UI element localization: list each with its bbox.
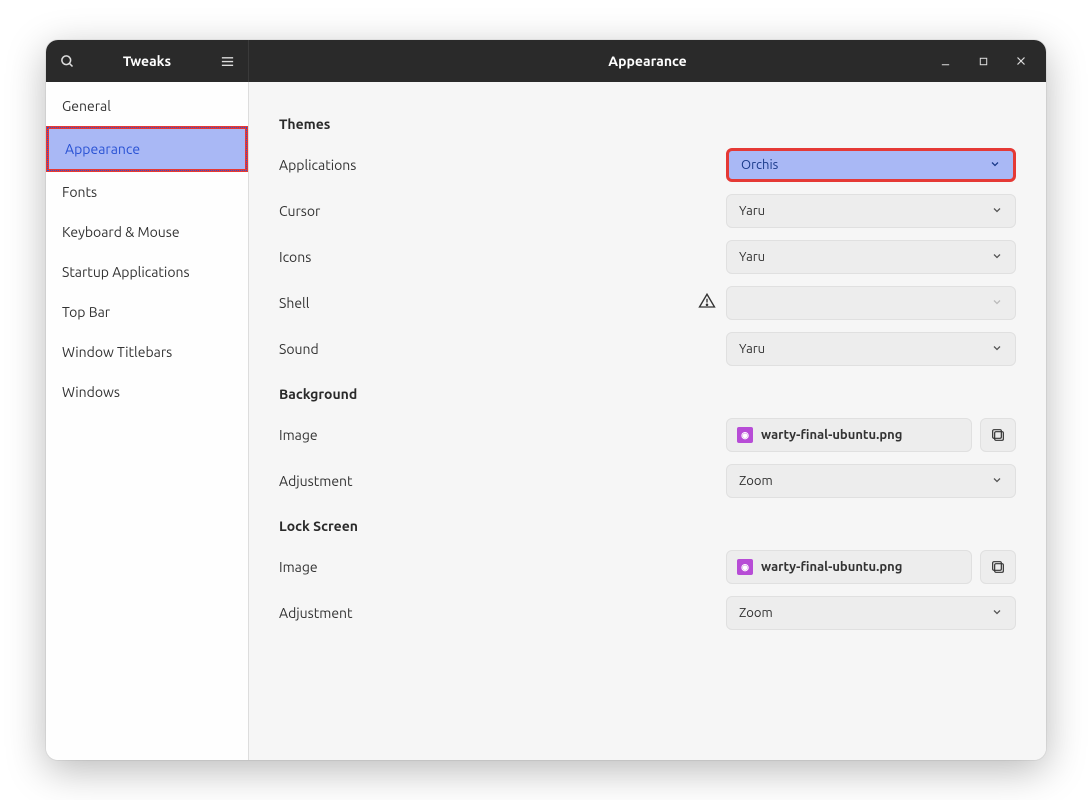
shell-dropdown xyxy=(726,286,1016,320)
sidebar-item-label: General xyxy=(62,98,111,114)
background-adjustment-row: Adjustment Zoom xyxy=(279,458,1016,504)
cursor-row: Cursor Yaru xyxy=(279,188,1016,234)
browse-icon xyxy=(990,559,1006,575)
lockscreen-header: Lock Screen xyxy=(279,518,1016,534)
background-image-label: Image xyxy=(279,427,726,443)
sidebar-item-window-titlebars[interactable]: Window Titlebars xyxy=(46,332,248,372)
chevron-down-icon xyxy=(991,474,1003,489)
sound-row: Sound Yaru xyxy=(279,326,1016,372)
shell-row: Shell xyxy=(279,280,1016,326)
search-icon xyxy=(60,54,75,69)
lockscreen-adjustment-label: Adjustment xyxy=(279,605,726,621)
chevron-down-icon xyxy=(991,296,1003,311)
background-image-chip[interactable]: ◉ warty-final-ubuntu.png xyxy=(726,418,972,452)
sidebar-item-fonts[interactable]: Fonts xyxy=(46,172,248,212)
hamburger-button[interactable] xyxy=(206,54,248,69)
shell-label: Shell xyxy=(279,295,698,311)
dropdown-value: Orchis xyxy=(741,158,778,172)
chevron-down-icon xyxy=(989,158,1001,173)
file-name: warty-final-ubuntu.png xyxy=(761,560,902,574)
image-file-icon: ◉ xyxy=(737,559,753,575)
chevron-down-icon xyxy=(991,250,1003,265)
sidebar-item-label: Top Bar xyxy=(62,304,110,320)
applications-row: Applications Orchis xyxy=(279,142,1016,188)
icons-dropdown[interactable]: Yaru xyxy=(726,240,1016,274)
chevron-down-icon xyxy=(991,204,1003,219)
applications-label: Applications xyxy=(279,157,726,173)
cursor-label: Cursor xyxy=(279,203,726,219)
tweaks-window: Tweaks Appearance General Appea xyxy=(46,40,1046,760)
dropdown-value: Yaru xyxy=(739,204,765,218)
hamburger-icon xyxy=(220,54,235,69)
chevron-down-icon xyxy=(991,606,1003,621)
body-area: General Appearance Fonts Keyboard & Mous… xyxy=(46,82,1046,760)
sidebar-item-label: Appearance xyxy=(65,141,140,157)
warning-icon xyxy=(698,292,716,314)
titlebar-right: Appearance xyxy=(249,40,1046,82)
sidebar-item-general[interactable]: General xyxy=(46,86,248,126)
lockscreen-adjustment-row: Adjustment Zoom xyxy=(279,590,1016,636)
cursor-dropdown[interactable]: Yaru xyxy=(726,194,1016,228)
search-button[interactable] xyxy=(46,54,88,69)
sidebar-item-top-bar[interactable]: Top Bar xyxy=(46,292,248,332)
sidebar: General Appearance Fonts Keyboard & Mous… xyxy=(46,82,249,760)
background-image-control: ◉ warty-final-ubuntu.png xyxy=(726,418,1016,452)
lockscreen-image-control: ◉ warty-final-ubuntu.png xyxy=(726,550,1016,584)
dropdown-value: Zoom xyxy=(739,474,773,488)
sidebar-item-appearance[interactable]: Appearance xyxy=(46,126,248,172)
titlebar: Tweaks Appearance xyxy=(46,40,1046,82)
sidebar-item-label: Windows xyxy=(62,384,120,400)
background-adjustment-label: Adjustment xyxy=(279,473,726,489)
dropdown-value: Zoom xyxy=(739,606,773,620)
background-header: Background xyxy=(279,386,1016,402)
titlebar-left: Tweaks xyxy=(46,40,249,82)
lockscreen-image-label: Image xyxy=(279,559,726,575)
content-area: Themes Applications Orchis Cursor Yaru I… xyxy=(249,82,1046,760)
lockscreen-image-row: Image ◉ warty-final-ubuntu.png xyxy=(279,544,1016,590)
sidebar-item-windows[interactable]: Windows xyxy=(46,372,248,412)
lockscreen-image-chip[interactable]: ◉ warty-final-ubuntu.png xyxy=(726,550,972,584)
applications-dropdown[interactable]: Orchis xyxy=(726,148,1016,182)
background-image-row: Image ◉ warty-final-ubuntu.png xyxy=(279,412,1016,458)
sidebar-title: Tweaks xyxy=(88,53,206,69)
sidebar-item-label: Startup Applications xyxy=(62,264,190,280)
icons-label: Icons xyxy=(279,249,726,265)
page-title: Appearance xyxy=(249,53,1046,69)
dropdown-value: Yaru xyxy=(739,342,765,356)
sidebar-item-label: Fonts xyxy=(62,184,97,200)
browse-icon xyxy=(990,427,1006,443)
sidebar-item-keyboard-mouse[interactable]: Keyboard & Mouse xyxy=(46,212,248,252)
background-adjustment-dropdown[interactable]: Zoom xyxy=(726,464,1016,498)
themes-header: Themes xyxy=(279,116,1016,132)
sound-label: Sound xyxy=(279,341,726,357)
icons-row: Icons Yaru xyxy=(279,234,1016,280)
image-file-icon: ◉ xyxy=(737,427,753,443)
lockscreen-adjustment-dropdown[interactable]: Zoom xyxy=(726,596,1016,630)
sidebar-item-label: Keyboard & Mouse xyxy=(62,224,180,240)
lockscreen-image-browse-button[interactable] xyxy=(980,550,1016,584)
sidebar-item-startup-applications[interactable]: Startup Applications xyxy=(46,252,248,292)
sidebar-item-label: Window Titlebars xyxy=(62,344,172,360)
chevron-down-icon xyxy=(991,342,1003,357)
background-image-browse-button[interactable] xyxy=(980,418,1016,452)
sound-dropdown[interactable]: Yaru xyxy=(726,332,1016,366)
file-name: warty-final-ubuntu.png xyxy=(761,428,902,442)
dropdown-value: Yaru xyxy=(739,250,765,264)
